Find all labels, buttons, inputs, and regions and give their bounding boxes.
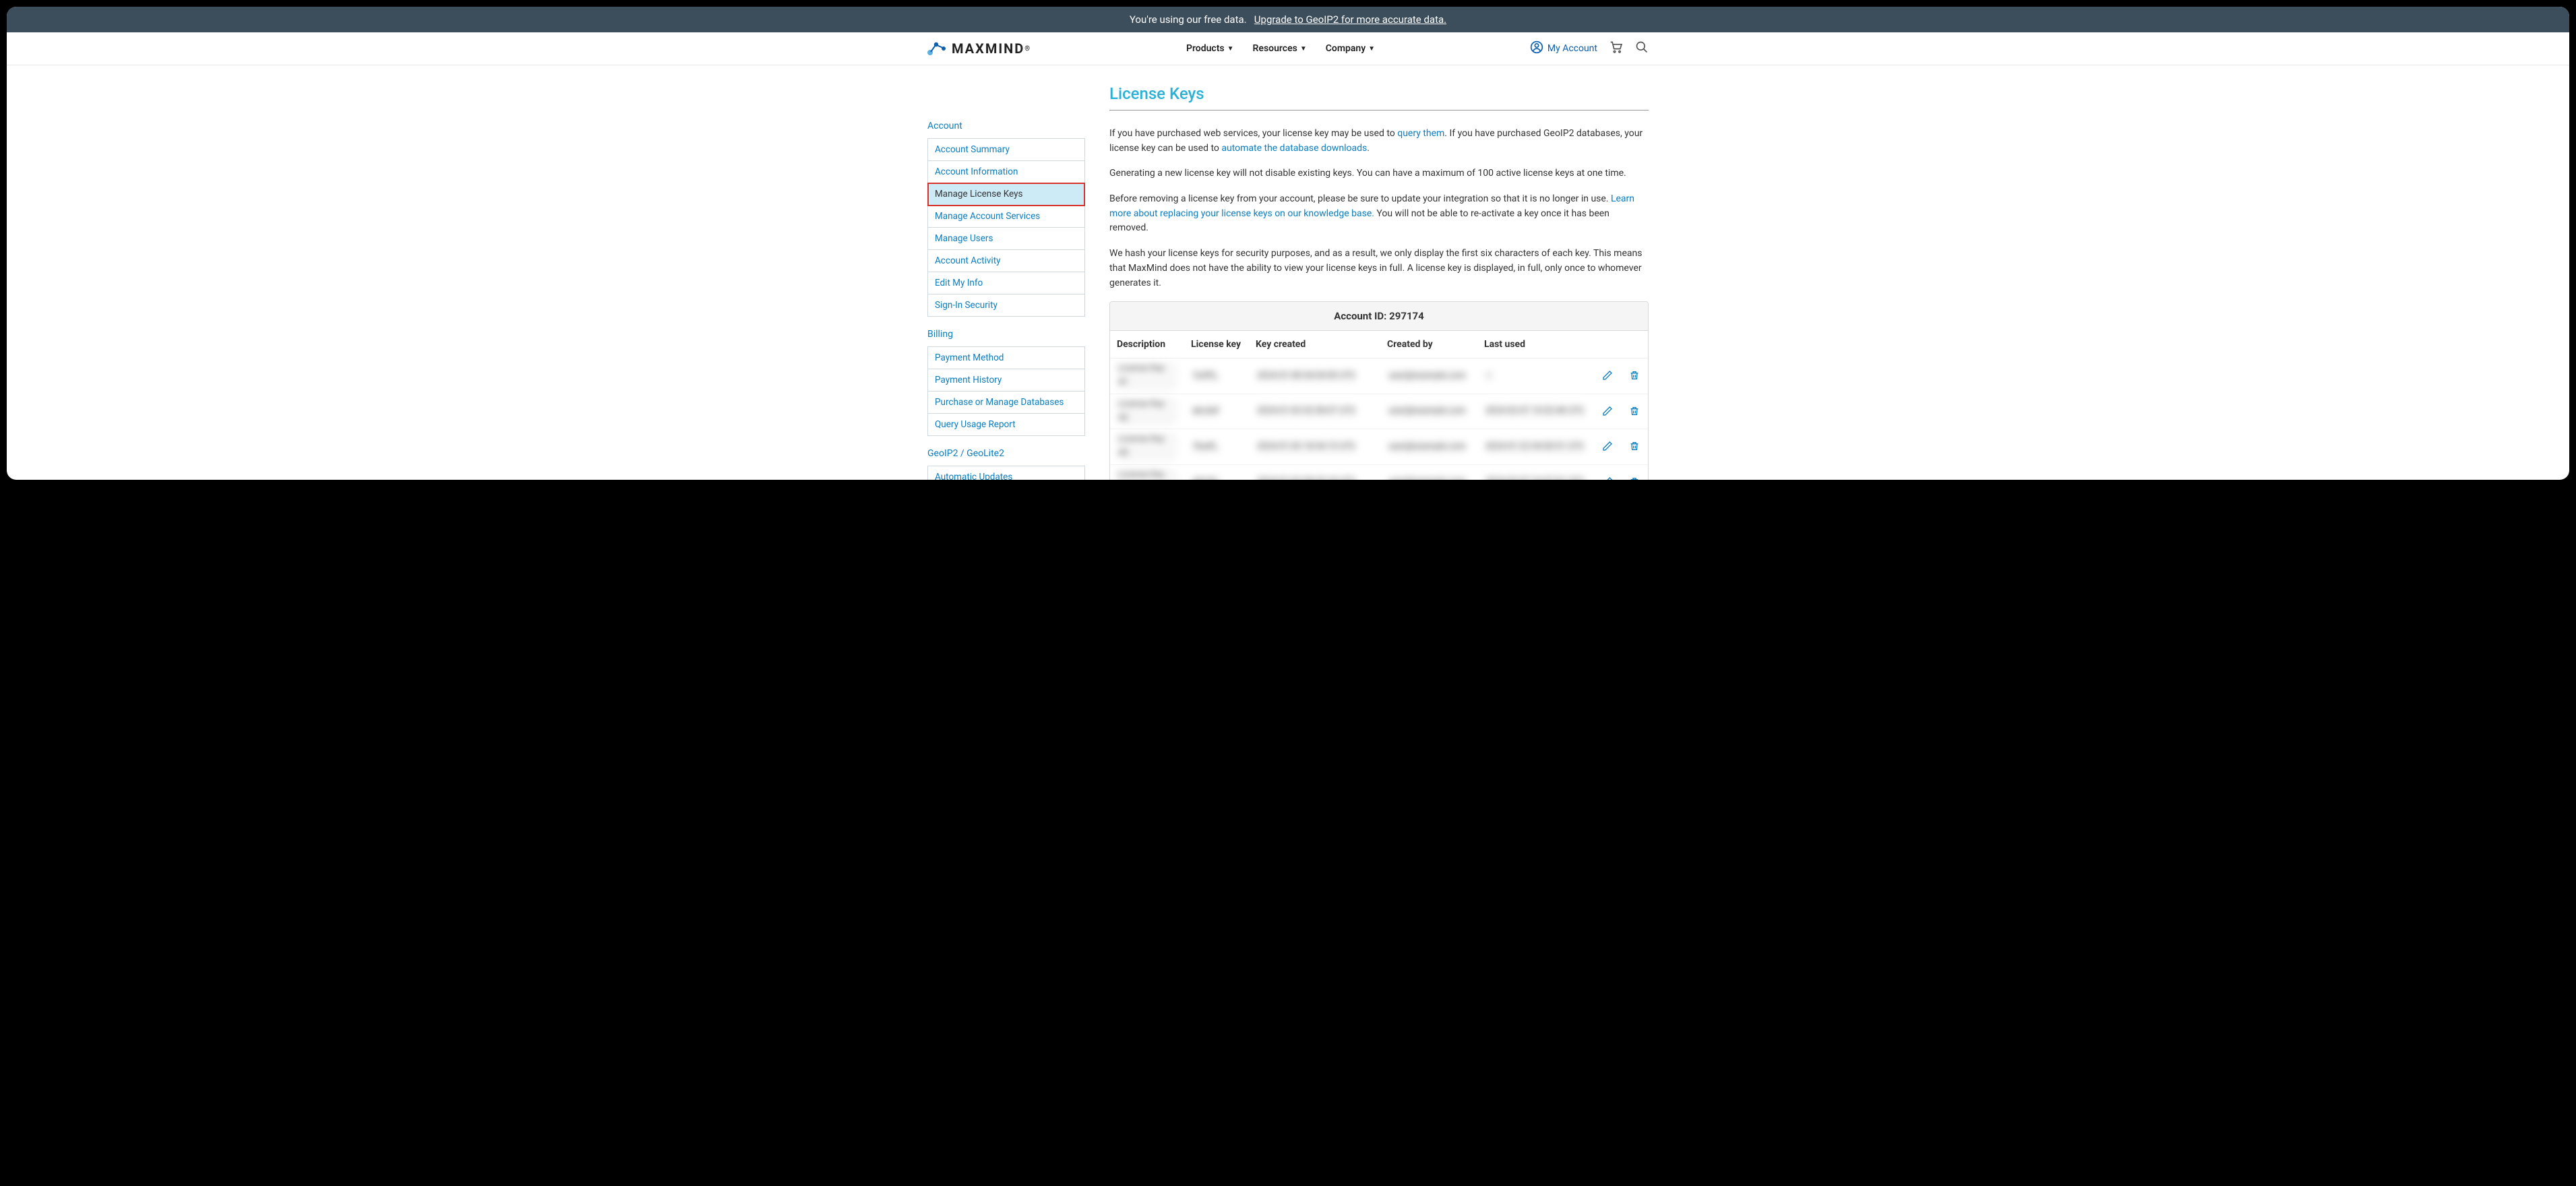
sidebar-item[interactable]: Payment Method [928, 347, 1084, 369]
table-row: License Key #17a3f0_2024-01-08 04:04:00 … [1110, 358, 1648, 394]
main-content: License Keys If you have purchased web s… [1109, 84, 1649, 480]
cell-last-used: 2024-02-07 10:52:48 UTC [1477, 394, 1594, 429]
sidebar-item[interactable]: Sign-In Security [928, 294, 1084, 316]
cell-key-created: 2024-01-03 18:54:15 UTC [1249, 429, 1380, 465]
cell-key-created: 2024-01-03 08:33:18 UTC [1249, 464, 1380, 480]
intro-paragraph-3: Before removing a license key from your … [1109, 192, 1649, 236]
cell-description: License Key #3 [1110, 429, 1184, 465]
delete-key-button[interactable] [1628, 439, 1641, 453]
my-account-link[interactable]: My Account [1530, 40, 1597, 57]
sidebar-item[interactable]: Edit My Info [928, 272, 1084, 294]
th-key-created: Key created [1249, 331, 1380, 358]
promo-banner: You're using our free data. Upgrade to G… [7, 7, 2569, 32]
pencil-icon [1602, 406, 1613, 416]
trash-icon [1629, 476, 1640, 480]
cell-description: License Key #1 [1110, 358, 1184, 394]
cell-description: License Key #2 [1110, 394, 1184, 429]
cell-last-used: 2024-02-07 16:07:01 UTC [1477, 464, 1594, 480]
sidebar-billing-list: Payment MethodPayment HistoryPurchase or… [927, 346, 1085, 436]
edit-key-button[interactable] [1601, 439, 1614, 453]
cell-last-used: — [1477, 358, 1594, 394]
chevron-down-icon: ▼ [1368, 45, 1375, 53]
delete-key-button[interactable] [1628, 475, 1641, 480]
license-keys-table: Account ID: 297174 Description License k… [1109, 301, 1649, 480]
edit-key-button[interactable] [1601, 404, 1614, 418]
chevron-down-icon: ▼ [1227, 45, 1234, 53]
pencil-icon [1602, 476, 1613, 480]
delete-key-button[interactable] [1628, 404, 1641, 418]
sidebar-item[interactable]: Account Activity [928, 250, 1084, 272]
sidebar-geoip-list: Automatic UpdatesDownload Files [927, 466, 1085, 480]
cell-created-by: user@example.com [1380, 429, 1477, 465]
top-navigation: MAXMIND® Products ▼ Resources ▼ Company … [7, 32, 2569, 65]
sidebar-account-list: Account SummaryAccount InformationManage… [927, 138, 1085, 317]
account-id-header: Account ID: 297174 [1110, 302, 1648, 331]
cart-icon[interactable] [1609, 40, 1623, 57]
cell-created-by: user@example.com [1380, 358, 1477, 394]
sidebar: Account Account SummaryAccount Informati… [927, 84, 1085, 480]
table-row: License Key #4a9c3d_2024-01-03 08:33:18 … [1110, 464, 1648, 480]
user-circle-icon [1530, 40, 1543, 57]
banner-text: You're using our free data. [1130, 13, 1247, 26]
cell-key-created: 2024-01-08 04:04:00 UTC [1249, 358, 1380, 394]
sidebar-item[interactable]: Automatic Updates [928, 466, 1084, 480]
sidebar-item[interactable]: Purchase or Manage Databases [928, 392, 1084, 414]
delete-key-button[interactable] [1628, 369, 1641, 382]
cell-key-created: 2024-01-03 02:58:07 UTC [1249, 394, 1380, 429]
sidebar-item[interactable]: Payment History [928, 369, 1084, 392]
sidebar-geoip-title: GeoIP2 / GeoLite2 [927, 445, 1085, 462]
intro-paragraph-4: We hash your license keys for security p… [1109, 247, 1649, 290]
cell-license-key: abcdef [1184, 394, 1249, 429]
nav-products[interactable]: Products ▼ [1186, 43, 1234, 54]
brand-logo-icon [927, 41, 946, 56]
cell-license-key: a9c3d_ [1184, 464, 1249, 480]
table-row: License Key #37ba4f_2024-01-03 18:54:15 … [1110, 429, 1648, 465]
sidebar-item[interactable]: Manage Account Services [928, 206, 1084, 228]
trash-icon [1629, 441, 1640, 451]
sidebar-account-title: Account [927, 118, 1085, 134]
automate-downloads-link[interactable]: automate the database downloads [1221, 143, 1367, 154]
table-row: License Key #2abcdef2024-01-03 02:58:07 … [1110, 394, 1648, 429]
nav-company[interactable]: Company ▼ [1326, 43, 1375, 54]
sidebar-item[interactable]: Account Summary [928, 139, 1084, 161]
sidebar-item[interactable]: Query Usage Report [928, 414, 1084, 435]
pencil-icon [1602, 441, 1613, 451]
cell-license-key: 7a3f0_ [1184, 358, 1249, 394]
th-description: Description [1110, 331, 1184, 358]
sidebar-item[interactable]: Manage License Keys [928, 183, 1084, 206]
edit-key-button[interactable] [1601, 369, 1614, 382]
edit-key-button[interactable] [1601, 475, 1614, 480]
intro-paragraph-1: If you have purchased web services, your… [1109, 127, 1649, 156]
trash-icon [1629, 370, 1640, 381]
trash-icon [1629, 406, 1640, 416]
sidebar-billing-title: Billing [927, 326, 1085, 342]
th-last-used: Last used [1477, 331, 1594, 358]
query-them-link[interactable]: query them [1397, 128, 1444, 139]
sidebar-item[interactable]: Manage Users [928, 228, 1084, 250]
brand-logo[interactable]: MAXMIND® [927, 40, 1031, 57]
page-title: License Keys [1109, 84, 1649, 111]
chevron-down-icon: ▼ [1300, 45, 1307, 53]
banner-upgrade-link[interactable]: Upgrade to GeoIP2 for more accurate data… [1254, 13, 1446, 26]
search-icon[interactable] [1635, 40, 1649, 57]
th-license-key: License key [1184, 331, 1249, 358]
sidebar-item[interactable]: Account Information [928, 161, 1084, 183]
th-created-by: Created by [1380, 331, 1477, 358]
cell-description: License Key #4 [1110, 464, 1184, 480]
intro-paragraph-2: Generating a new license key will not di… [1109, 166, 1649, 181]
nav-resources[interactable]: Resources ▼ [1253, 43, 1307, 54]
cell-last-used: 2024-01-22 04:00:51 UTC [1477, 429, 1594, 465]
cell-license-key: 7ba4f_ [1184, 429, 1249, 465]
brand-name: MAXMIND [952, 40, 1024, 57]
cell-created-by: user@example.com [1380, 464, 1477, 480]
cell-created-by: user@example.com [1380, 394, 1477, 429]
pencil-icon [1602, 370, 1613, 381]
